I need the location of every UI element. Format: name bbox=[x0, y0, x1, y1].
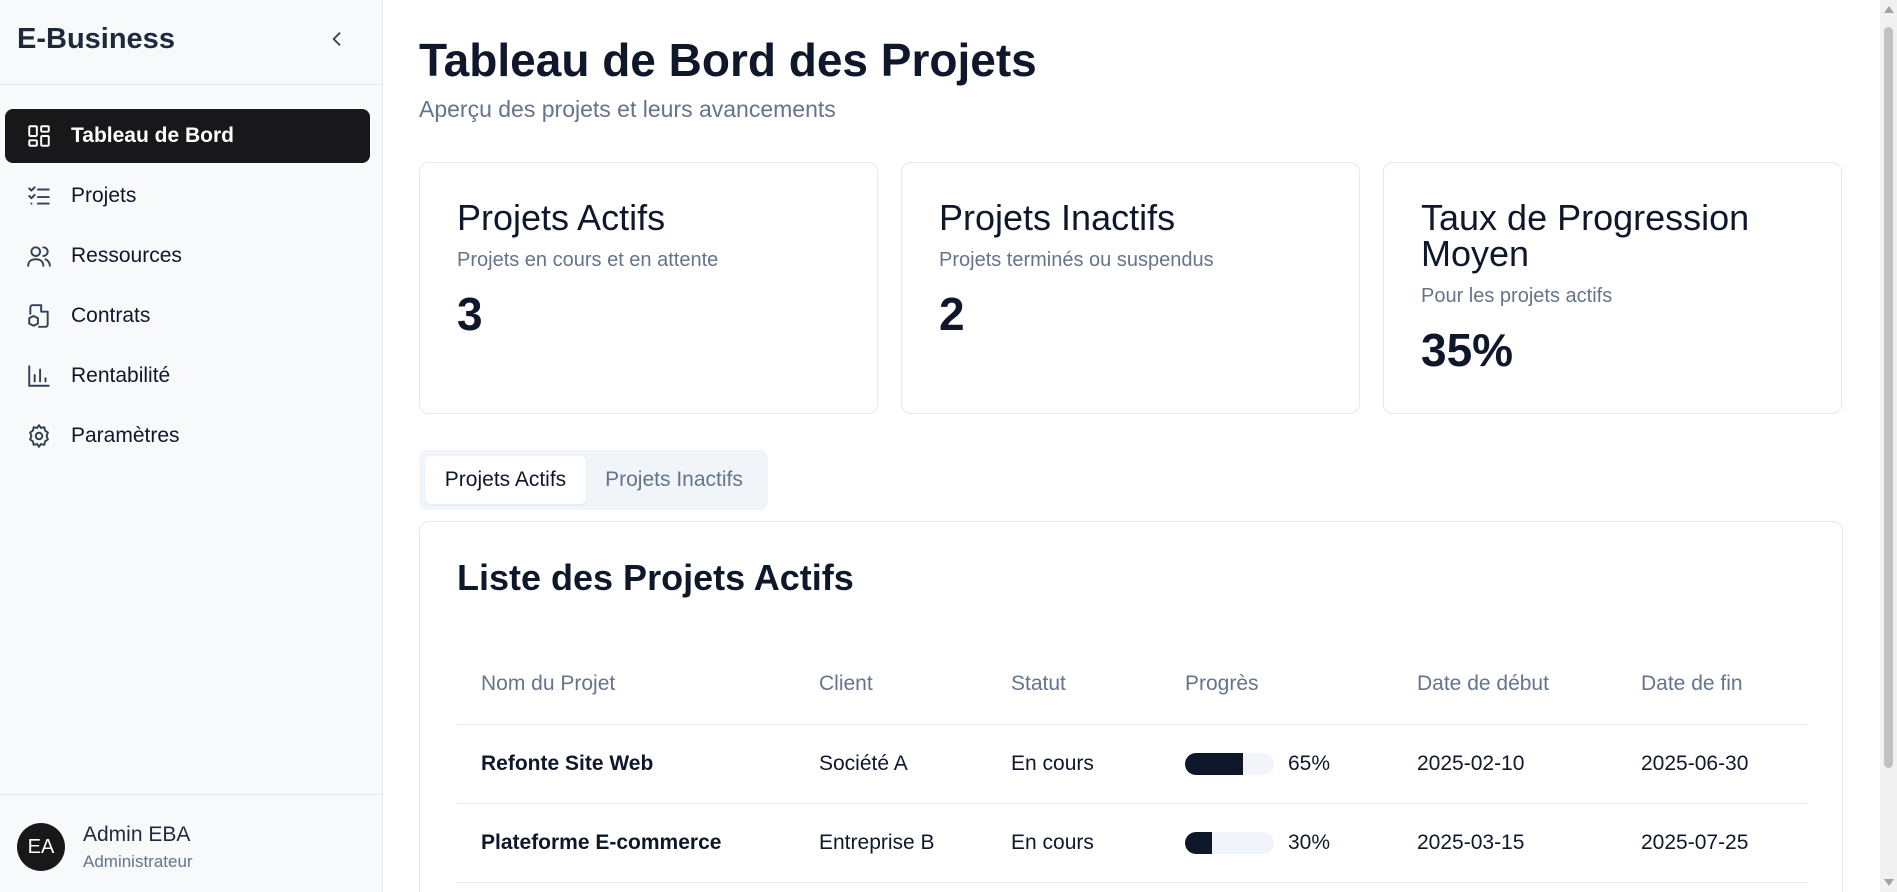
projects-table: Nom du Projet Client Statut Progrès Date… bbox=[457, 644, 1807, 883]
project-progress: 65% bbox=[1161, 724, 1393, 804]
user-role: Administrateur bbox=[83, 852, 193, 871]
project-status: En cours bbox=[987, 724, 1161, 804]
progress-label: 65% bbox=[1288, 751, 1331, 775]
card-value: 35% bbox=[1421, 324, 1514, 376]
sidebar-item-label: Paramètres bbox=[71, 424, 180, 447]
card-value: 2 bbox=[939, 288, 965, 340]
tab-projets-actifs[interactable]: Projets Actifs bbox=[425, 456, 586, 504]
project-status: En cours bbox=[987, 803, 1161, 883]
column-header[interactable]: Date de fin bbox=[1617, 644, 1807, 725]
project-client: Société A bbox=[795, 724, 987, 804]
progress-bar-fill bbox=[1185, 752, 1243, 775]
brand-name: E-Business bbox=[17, 23, 175, 55]
sidebar-item-label: Ressources bbox=[71, 244, 182, 267]
scroll-down-arrow-icon[interactable] bbox=[1884, 879, 1894, 886]
chevron-left-icon bbox=[332, 32, 341, 46]
sidebar-item-label: Projets bbox=[71, 184, 137, 207]
stat-card-progress: Taux de Progression Moyen Pour les proje… bbox=[1383, 162, 1842, 414]
column-header[interactable]: Nom du Projet bbox=[457, 644, 795, 725]
sidebar-nav: Tableau de Bord Projets Ressources Contr… bbox=[5, 109, 370, 469]
main-content: Tableau de Bord des Projets Aperçu des p… bbox=[383, 0, 1880, 892]
sidebar-item-label: Contrats bbox=[71, 304, 151, 327]
card-title: Taux de Progression Moyen bbox=[1421, 197, 1750, 274]
sidebar-header: E-Business bbox=[0, 0, 382, 85]
card-title: Projets Inactifs bbox=[939, 197, 1176, 238]
sidebar-item-parametres[interactable]: Paramètres bbox=[5, 409, 370, 463]
list-title: Liste des Projets Actifs bbox=[457, 557, 854, 598]
column-header[interactable]: Progrès bbox=[1161, 644, 1393, 725]
sidebar-item-projets[interactable]: Projets bbox=[5, 169, 370, 223]
project-end-date: 2025-07-25 bbox=[1617, 803, 1807, 883]
column-header[interactable]: Statut bbox=[987, 644, 1161, 725]
user-name: Admin EBA bbox=[83, 823, 191, 846]
page-scrollbar[interactable] bbox=[1880, 0, 1897, 892]
table-row[interactable]: Refonte Site Web Société A En cours 65% … bbox=[457, 724, 1807, 804]
progress-bar-fill bbox=[1185, 831, 1212, 854]
gear-icon bbox=[24, 421, 54, 451]
sidebar-item-rentabilite[interactable]: Rentabilité bbox=[5, 349, 370, 403]
sidebar: E-Business Tableau de Bord Projets Resso… bbox=[0, 0, 383, 892]
project-end-date: 2025-06-30 bbox=[1617, 724, 1807, 804]
project-start-date: 2025-02-10 bbox=[1393, 724, 1617, 804]
card-description: Projets terminés ou suspendus bbox=[939, 249, 1214, 271]
card-value: 3 bbox=[457, 288, 483, 340]
page-subtitle: Aperçu des projets et leurs avancements bbox=[419, 96, 836, 122]
card-description: Projets en cours et en attente bbox=[457, 249, 719, 271]
tab-projets-inactifs[interactable]: Projets Inactifs bbox=[589, 456, 759, 504]
stat-card-inactive: Projets Inactifs Projets terminés ou sus… bbox=[901, 162, 1360, 414]
bar-chart-icon bbox=[24, 361, 54, 391]
sidebar-item-tableau-de-bord[interactable]: Tableau de Bord bbox=[5, 109, 370, 163]
progress-bar bbox=[1185, 752, 1274, 775]
sidebar-item-label: Rentabilité bbox=[71, 364, 171, 387]
dashboard-icon bbox=[24, 121, 54, 151]
stat-card-active: Projets Actifs Projets en cours et en at… bbox=[419, 162, 878, 414]
collapse-sidebar-button[interactable] bbox=[322, 24, 352, 54]
sidebar-item-label: Tableau de Bord bbox=[71, 124, 234, 147]
table-header-row: Nom du Projet Client Statut Progrès Date… bbox=[457, 644, 1807, 725]
sidebar-item-contrats[interactable]: Contrats bbox=[5, 289, 370, 343]
project-name: Refonte Site Web bbox=[457, 724, 795, 804]
column-header[interactable]: Client bbox=[795, 644, 987, 725]
avatar: EA bbox=[17, 823, 65, 871]
project-tabs: Projets Actifs Projets Inactifs bbox=[419, 450, 768, 510]
user-profile[interactable]: EA Admin EBA Administrateur bbox=[0, 794, 383, 892]
progress-label: 30% bbox=[1288, 830, 1331, 854]
project-progress: 30% bbox=[1161, 803, 1393, 883]
project-client: Entreprise B bbox=[795, 803, 987, 883]
scroll-up-arrow-icon[interactable] bbox=[1884, 6, 1894, 13]
sidebar-item-ressources[interactable]: Ressources bbox=[5, 229, 370, 283]
project-start-date: 2025-03-15 bbox=[1393, 803, 1617, 883]
card-description: Pour les projets actifs bbox=[1421, 285, 1613, 307]
active-projects-list: Liste des Projets Actifs Nom du Projet C… bbox=[419, 521, 1843, 892]
users-icon bbox=[24, 241, 54, 271]
card-title: Projets Actifs bbox=[457, 197, 666, 238]
column-header[interactable]: Date de début bbox=[1393, 644, 1617, 725]
scrollbar-thumb[interactable] bbox=[1884, 27, 1893, 768]
project-name: Plateforme E-commerce bbox=[457, 803, 795, 883]
table-row[interactable]: Plateforme E-commerce Entreprise B En co… bbox=[457, 803, 1807, 883]
page-title: Tableau de Bord des Projets bbox=[419, 34, 1037, 86]
contract-icon bbox=[24, 301, 54, 331]
progress-bar bbox=[1185, 831, 1274, 854]
checklist-icon bbox=[24, 181, 54, 211]
